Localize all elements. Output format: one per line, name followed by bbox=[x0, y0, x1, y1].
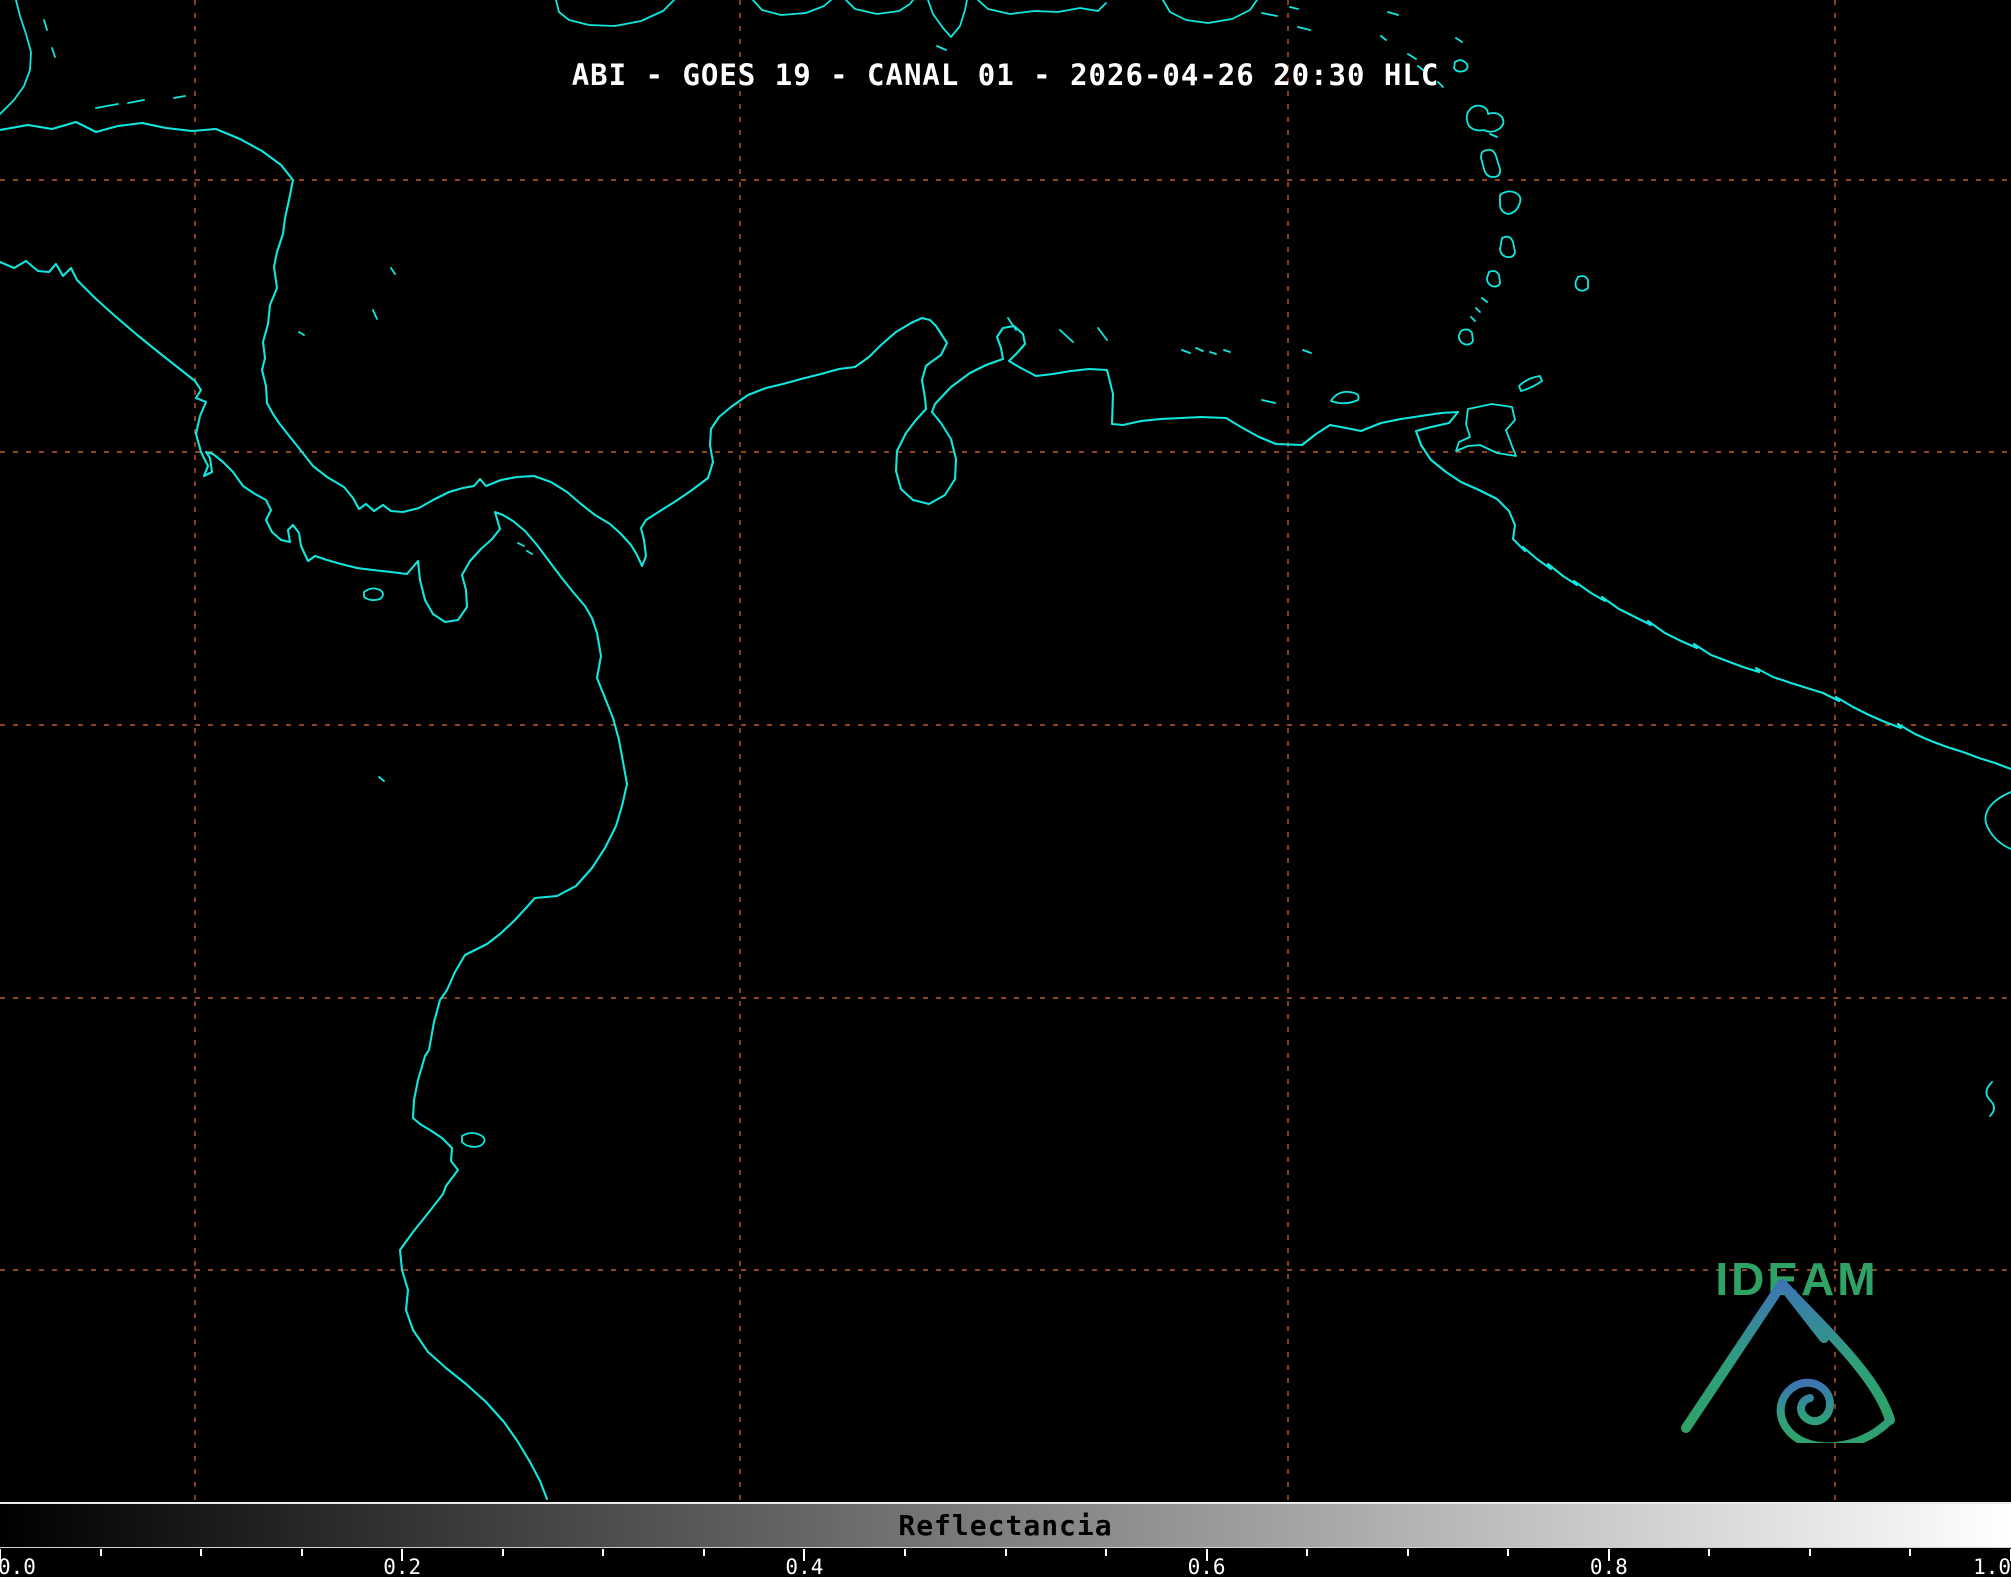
ideam-logo-icon bbox=[1672, 1258, 1922, 1443]
coastline-venezuela-islands bbox=[1008, 318, 1359, 403]
tick-label-0-8: 0.8 bbox=[1590, 1555, 1628, 1577]
colorbar-tick-labels: 0.0 0.2 0.4 0.6 0.8 1.0 bbox=[0, 1555, 2011, 1577]
coastline-pacific-mainland bbox=[0, 261, 627, 1499]
ideam-logo: IDEAM bbox=[1672, 1258, 1922, 1496]
coastline-greater-antilles bbox=[556, 0, 1310, 50]
tick-label-1-0: 1.0 bbox=[1973, 1555, 2011, 1577]
coastline-small-islands bbox=[96, 96, 532, 1147]
tick-label-0-6: 0.6 bbox=[1188, 1555, 1226, 1577]
reflectance-colorbar: Reflectancia bbox=[0, 1502, 2011, 1548]
coastline-belize bbox=[0, 0, 55, 114]
satellite-map: ABI - GOES 19 - CANAL 01 - 2026-04-26 20… bbox=[0, 0, 2011, 1500]
coastline-caribbean-mainland bbox=[0, 122, 2011, 769]
coastline-trinidad bbox=[1456, 404, 1516, 456]
tick-label-0-4: 0.4 bbox=[785, 1555, 823, 1577]
tick-label-0-2: 0.2 bbox=[383, 1555, 421, 1577]
coastline-guiana-edge-details bbox=[1985, 792, 2011, 1116]
colorbar-label: Reflectancia bbox=[0, 1504, 2011, 1550]
satellite-image-viewer: ABI - GOES 19 - CANAL 01 - 2026-04-26 20… bbox=[0, 0, 2011, 1577]
tick-label-0: 0.0 bbox=[0, 1555, 36, 1577]
mountain-right-slope-icon bbox=[1782, 1284, 1890, 1420]
image-title: ABI - GOES 19 - CANAL 01 - 2026-04-26 20… bbox=[572, 58, 1440, 92]
